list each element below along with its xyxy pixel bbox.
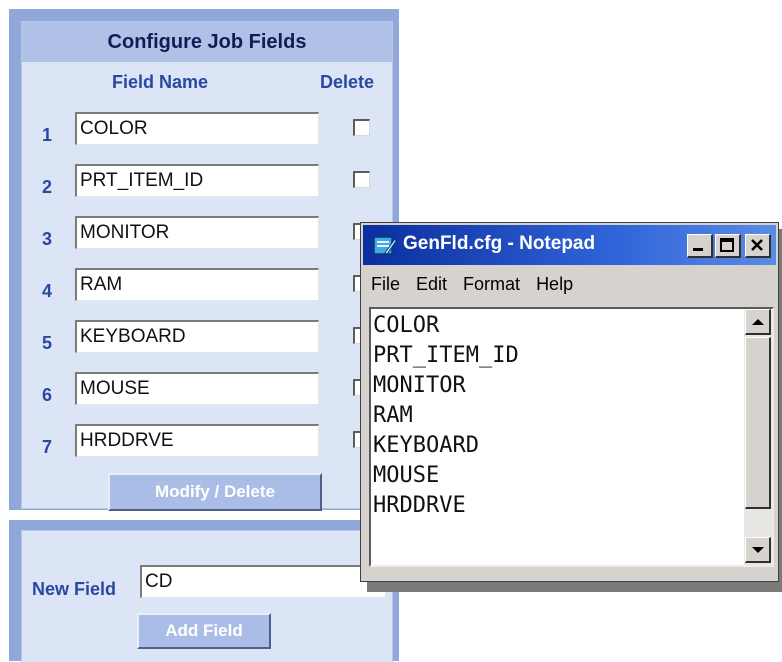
- field-name-header: Field Name: [112, 72, 209, 92]
- field-name-input[interactable]: MONITOR: [75, 216, 319, 249]
- modify-delete-button[interactable]: Modify / Delete: [108, 473, 322, 511]
- delete-header: Delete: [320, 72, 375, 92]
- arrow-down-icon: [752, 547, 764, 553]
- arrow-up-icon: [752, 319, 764, 325]
- row-number: 6: [41, 385, 52, 405]
- close-button[interactable]: [745, 234, 771, 258]
- panel-title: Configure Job Fields: [22, 22, 392, 62]
- text-line: MOUSE: [373, 463, 440, 488]
- field-name-input[interactable]: KEYBOARD: [75, 320, 319, 353]
- row-number: 7: [41, 437, 52, 457]
- row-number: 5: [41, 333, 52, 353]
- text-line: MONITOR: [373, 373, 466, 398]
- text-line: HRDDRVE: [373, 493, 466, 518]
- row-number: 3: [41, 229, 52, 249]
- row-number: 1: [41, 125, 52, 145]
- menu-format[interactable]: Format: [455, 271, 528, 297]
- menu-edit[interactable]: Edit: [408, 271, 455, 297]
- title-bar[interactable]: GenFld.cfg - Notepad: [363, 225, 776, 265]
- scroll-down-button[interactable]: [745, 537, 771, 563]
- minimize-icon: [693, 248, 703, 251]
- maximize-button[interactable]: [715, 234, 741, 258]
- menu-bar: File Edit Format Help: [363, 271, 581, 297]
- field-name-input[interactable]: MOUSE: [75, 372, 319, 405]
- text-area[interactable]: COLOR PRT_ITEM_ID MONITOR RAM KEYBOARD M…: [369, 307, 774, 567]
- add-field-button[interactable]: Add Field: [137, 613, 271, 649]
- menu-help[interactable]: Help: [528, 271, 581, 297]
- text-line: RAM: [373, 403, 413, 428]
- new-field-label: New Field: [32, 579, 117, 599]
- delete-checkbox[interactable]: [353, 119, 370, 136]
- close-icon: [751, 239, 763, 251]
- configure-job-fields-body: Configure Job Fields Field Name Delete 1…: [21, 21, 393, 511]
- configure-job-fields-panel: Configure Job Fields Field Name Delete 1…: [9, 9, 399, 511]
- row-number: 4: [41, 281, 52, 301]
- text-content: COLOR PRT_ITEM_ID MONITOR RAM KEYBOARD M…: [373, 311, 519, 521]
- notepad-window: GenFld.cfg - Notepad File Edit Format He…: [360, 222, 779, 582]
- field-name-input[interactable]: HRDDRVE: [75, 424, 319, 457]
- text-line: COLOR: [373, 313, 440, 338]
- vertical-scrollbar[interactable]: [744, 309, 772, 565]
- field-name-input[interactable]: COLOR: [75, 112, 319, 145]
- window-title: GenFld.cfg - Notepad: [403, 233, 596, 254]
- new-field-body: New Field CD Add Field: [21, 530, 393, 662]
- delete-checkbox[interactable]: [353, 171, 370, 188]
- row-number: 2: [41, 177, 52, 197]
- scroll-up-button[interactable]: [745, 309, 771, 335]
- scroll-thumb[interactable]: [745, 337, 771, 509]
- field-name-input[interactable]: RAM: [75, 268, 319, 301]
- menu-file[interactable]: File: [363, 271, 408, 297]
- minimize-button[interactable]: [687, 234, 713, 258]
- field-name-input[interactable]: PRT_ITEM_ID: [75, 164, 319, 197]
- text-line: KEYBOARD: [373, 433, 479, 458]
- new-field-panel: New Field CD Add Field: [9, 520, 399, 662]
- new-field-input[interactable]: CD: [140, 565, 386, 598]
- text-line: PRT_ITEM_ID: [373, 343, 519, 368]
- maximize-icon: [720, 238, 734, 252]
- notepad-icon: [373, 236, 397, 255]
